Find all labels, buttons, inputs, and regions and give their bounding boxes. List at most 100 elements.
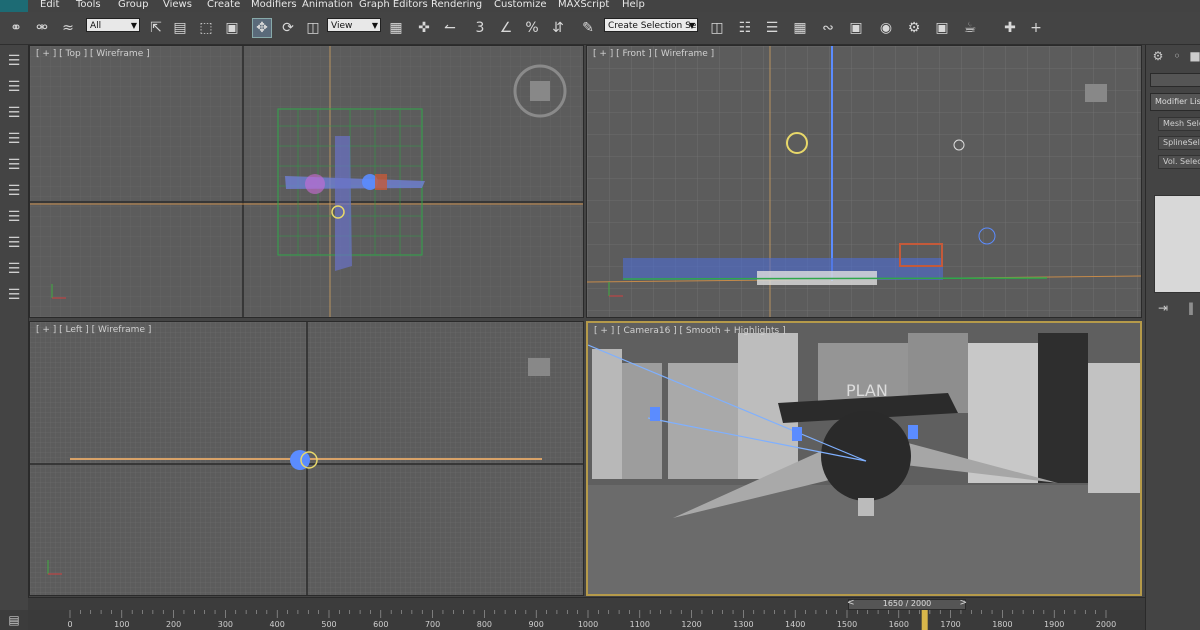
timeline-tick-label: 400 (269, 620, 285, 629)
bind-space-warp-icon[interactable]: ≈ (58, 18, 78, 38)
menu-group[interactable]: Group (118, 0, 148, 10)
show-end-result-icon[interactable]: ‖ (1184, 301, 1198, 315)
schematic-view-icon[interactable]: ▣ (846, 18, 866, 38)
menu-edit[interactable]: Edit (40, 0, 59, 10)
move-icon[interactable]: ✥ (252, 18, 272, 38)
frame-counter: 1650 / 2000 (882, 599, 932, 608)
environment-icon[interactable]: ✚ (1000, 18, 1020, 38)
layer-icon[interactable]: ☰ (4, 129, 24, 149)
scale-icon[interactable]: ◫ (303, 18, 323, 38)
layer-icon[interactable]: ☰ (4, 155, 24, 175)
layer-manager-icon[interactable]: ☰ (762, 18, 782, 38)
time-slider[interactable]: < 1650 / 2000 > (28, 597, 1145, 611)
chevron-right-icon[interactable]: > (959, 598, 967, 608)
layer-icon[interactable]: ☰ (4, 233, 24, 253)
menu-help[interactable]: Help (622, 0, 645, 10)
layer-icon[interactable]: ☰ (4, 181, 24, 201)
rotate-icon[interactable]: ⟳ (278, 18, 298, 38)
layer-icon[interactable]: ☰ (4, 51, 24, 71)
object-name-field[interactable] (1150, 73, 1200, 87)
menu-customize[interactable]: Customize (494, 0, 547, 10)
modifier-list-dropdown[interactable]: Modifier List (1150, 93, 1200, 111)
named-selection-sets-dropdown[interactable]: Create Selection Se ▼ (604, 18, 698, 32)
timeline-tick-label: 1500 (836, 620, 858, 629)
timeline-tick-label: 1000 (577, 620, 599, 629)
chevron-down-icon: ▼ (688, 21, 695, 30)
percent-snap-icon[interactable]: % (522, 18, 542, 38)
modifier-stack-area[interactable] (1154, 195, 1200, 293)
mini-listener-icon[interactable]: ▤ (0, 610, 28, 630)
modify-tab-icon[interactable]: ◦ (1170, 49, 1184, 63)
command-panel: ⚙ ◦ ■ Modifier List Mesh Select SplineSe… (1145, 45, 1200, 630)
viewport-label-left[interactable]: [ + ] [ Left ] [ Wireframe ] (36, 325, 151, 335)
spline-select-button[interactable]: SplineSelect (1158, 136, 1200, 150)
menu-create[interactable]: Create (207, 0, 240, 10)
menu-views[interactable]: Views (163, 0, 192, 10)
material-editor-icon[interactable]: ◉ (876, 18, 896, 38)
select-manipulate-icon[interactable]: ✜ (414, 18, 434, 38)
snap-value: 3 (475, 20, 485, 36)
link-icon[interactable]: ⚭ (6, 18, 26, 38)
gear-icon[interactable]: ⚙ (1151, 49, 1165, 63)
main-toolbar: ⚭ ⚮ ≈ All ▼ ⇱ ▤ ⬚ ▣ ✥ ⟳ ◫ View ▼ ▦ ✜ ↼ 3 ∠… (0, 12, 1200, 45)
mesh-select-button[interactable]: Mesh Select (1158, 117, 1200, 131)
hierarchy-tab-icon[interactable]: ■ (1188, 49, 1200, 63)
layer-icon[interactable]: ☰ (4, 259, 24, 279)
align-icon[interactable]: ☷ (735, 18, 755, 38)
layer-icon[interactable]: ☰ (4, 77, 24, 97)
viewport-top[interactable]: [ + ] [ Top ] [ Wireframe ] (29, 45, 584, 318)
timeline-tick-label: 0 (67, 620, 73, 629)
timeline-tick-label: 500 (321, 620, 337, 629)
timeline-tick-label: 100 (114, 620, 130, 629)
edit-named-sets-icon[interactable]: ✎ (578, 18, 598, 38)
menu-modifiers[interactable]: Modifiers (251, 0, 297, 10)
ribbon-icon[interactable]: ▦ (790, 18, 810, 38)
menu-animation[interactable]: Animation (302, 0, 353, 10)
camera-render: PLAN (588, 323, 1140, 594)
render-setup-icon[interactable]: ⚙ (904, 18, 924, 38)
modifier-list-label: Modifier List (1155, 97, 1200, 106)
front-wireframe (587, 46, 1141, 317)
reference-coord-dropdown[interactable]: View ▼ (327, 18, 381, 32)
layer-icon[interactable]: ☰ (4, 103, 24, 123)
chevron-down-icon: ▼ (130, 21, 137, 30)
snap-icon[interactable]: 3 (470, 18, 490, 38)
layer-icon[interactable]: ☰ (4, 207, 24, 227)
unlink-icon[interactable]: ⚮ (32, 18, 52, 38)
keyboard-shortcut-icon[interactable]: ↼ (440, 18, 460, 38)
viewport-camera[interactable]: PLAN [ + ] [ Camera16 ] [ Smooth + Highl… (586, 321, 1142, 596)
render-frame-icon[interactable]: ▣ (932, 18, 952, 38)
timeline-ruler[interactable]: 0 100 200 300 400 500 600 700 800 900 1000 1100 1200… (28, 610, 1145, 630)
chevron-down-icon: ▼ (371, 21, 378, 30)
viewport-label-front[interactable]: [ + ] [ Front ] [ Wireframe ] (593, 49, 714, 59)
spinner-snap-icon[interactable]: ⇵ (548, 18, 568, 38)
time-slider-thumb[interactable]: < 1650 / 2000 > (847, 598, 967, 610)
viewport-left[interactable]: [ + ] [ Left ] [ Wireframe ] (29, 321, 584, 596)
menu-rendering[interactable]: Rendering (431, 0, 482, 10)
viewport-front[interactable]: [ + ] [ Front ] [ Wireframe ] (586, 45, 1142, 318)
select-by-name-icon[interactable]: ▤ (170, 18, 190, 38)
curve-editor-icon[interactable]: ∾ (818, 18, 838, 38)
app-logo[interactable] (0, 0, 28, 12)
menu-tools[interactable]: Tools (76, 0, 101, 10)
pin-stack-icon[interactable]: ⇥ (1156, 301, 1170, 315)
teapot-render-icon[interactable]: ☕ (960, 18, 980, 38)
window-crossing-icon[interactable]: ▣ (222, 18, 242, 38)
viewport-label-camera[interactable]: [ + ] [ Camera16 ] [ Smooth + Highlights… (594, 326, 786, 336)
vol-select-button[interactable]: Vol. Select (1158, 155, 1200, 169)
named-selection-sets-value: Create Selection Se (608, 21, 697, 31)
timeline-tick-label: 1100 (629, 620, 650, 629)
menu-maxscript[interactable]: MAXScript (558, 0, 609, 10)
current-frame-marker[interactable] (921, 610, 928, 630)
rect-region-icon[interactable]: ⬚ (196, 18, 216, 38)
pivot-icon[interactable]: ▦ (386, 18, 406, 38)
selection-filter-dropdown[interactable]: All ▼ (86, 18, 140, 32)
plus-icon[interactable]: + (1026, 18, 1046, 38)
angle-snap-icon[interactable]: ∠ (496, 18, 516, 38)
select-object-icon[interactable]: ⇱ (146, 18, 166, 38)
menu-graph-editors[interactable]: Graph Editors (359, 0, 428, 10)
layer-icon[interactable]: ☰ (4, 285, 24, 305)
timeline-tick-label: 1400 (785, 620, 806, 629)
mirror-icon[interactable]: ◫ (707, 18, 727, 38)
viewport-label-top[interactable]: [ + ] [ Top ] [ Wireframe ] (36, 49, 150, 59)
